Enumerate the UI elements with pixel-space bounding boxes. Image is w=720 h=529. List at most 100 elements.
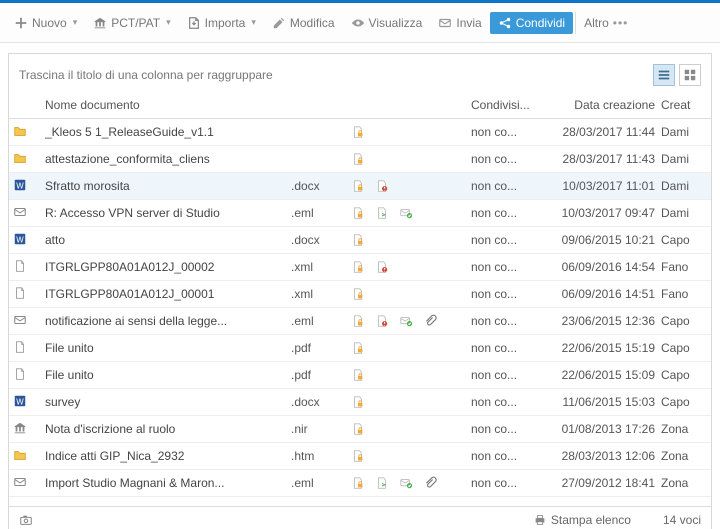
doc-name: Nota d'iscrizione al ruolo [45,422,291,436]
lock-icon [351,233,365,247]
court-icon [93,16,107,30]
doc-flags [351,449,471,463]
lock-icon [351,260,365,274]
condividi-label: Condividi [516,16,565,30]
doc-flags [351,287,471,301]
print-list-label: Stampa elenco [551,513,631,527]
doc-ext: .pdf [291,368,351,382]
importa-label: Importa [205,16,246,30]
doc-ext: .htm [291,449,351,463]
print-list-button[interactable]: Stampa elenco [533,513,631,527]
lock-icon [351,449,365,463]
table-row[interactable]: Indice atti GIP_Nica_2932.htmnon co...28… [9,443,711,470]
col-header-name[interactable]: Nome documento [45,98,291,112]
table-row[interactable]: File unito.pdfnon co...22/06/2015 15:09C… [9,362,711,389]
table-row[interactable]: attestazione_conformita_cliensnon co...2… [9,146,711,173]
doc-name: ITGRLGPP80A01A012J_00002 [45,260,291,274]
group-hint: Trascina il titolo di una colonna per ra… [19,68,273,82]
doc-date: 10/03/2017 09:47 [541,206,661,220]
main-toolbar: Nuovo ▾ PCT/PAT ▾ Importa ▾ Modifica Vis… [0,3,720,43]
doc-ext: .eml [291,476,351,490]
doc-type-icon: W [13,178,27,192]
view-grid-button[interactable] [679,64,701,86]
doc-date: 09/06/2015 10:21 [541,233,661,247]
nuovo-button[interactable]: Nuovo ▾ [6,12,85,34]
invia-button[interactable]: Invia [430,12,489,34]
doc-name: Indice atti GIP_Nica_2932 [45,449,291,463]
toolbar-separator [575,12,576,34]
doc-share: non co... [471,314,541,328]
doc-share: non co... [471,449,541,463]
table-row[interactable]: Nota d'iscrizione al ruolo.nirnon co...0… [9,416,711,443]
attach-icon [423,314,437,328]
doc-type-icon [13,448,27,462]
table-row[interactable]: R: Accesso VPN server di Studio.eml non c… [9,200,711,227]
chevron-down-icon: ▾ [166,17,171,28]
doc-creator: Dami [661,206,701,220]
visualizza-button[interactable]: Visualizza [343,12,431,34]
doc-name: R: Accesso VPN server di Studio [45,206,291,220]
doc-type-icon [13,475,27,489]
doc-name: atto [45,233,291,247]
view-list-button[interactable] [653,64,675,86]
modifica-label: Modifica [290,16,335,30]
table-row[interactable]: ITGRLGPP80A01A012J_00002.xmlnon co...06/… [9,254,711,281]
doc-creator: Capo [661,233,701,247]
col-header-date[interactable]: Data creazione [541,98,661,112]
doc-creator: Capo [661,341,701,355]
document-panel: Trascina il titolo di una colonna per ra… [8,53,712,529]
col-header-creator[interactable]: Creat [661,98,701,112]
table-row[interactable]: notificazione ai sensi della legge....em… [9,308,711,335]
err-icon [375,260,389,274]
doc-creator: Dami [661,125,701,139]
doc-ext: .docx [291,395,351,409]
lock-icon [351,476,365,490]
condividi-button[interactable]: Condividi [490,12,573,34]
invia-label: Invia [456,16,481,30]
table-row[interactable]: ITGRLGPP80A01A012J_00001.xmlnon co...06/… [9,281,711,308]
doc-creator: Zona [661,422,701,436]
col-header-share[interactable]: Condivisi... [471,98,541,112]
doc-flags [351,314,471,328]
doc-date: 10/03/2017 11:01 [541,179,661,193]
lock-icon [351,341,365,355]
doc-share: non co... [471,368,541,382]
pctpat-button[interactable]: PCT/PAT ▾ [85,12,178,34]
doc-flags [351,233,471,247]
lock-icon [351,125,365,139]
view-grid-icon [683,68,697,82]
mail-icon [438,16,452,30]
table-row[interactable]: WSfratto morosita.docxnon co...10/03/201… [9,173,711,200]
importa-button[interactable]: Importa ▾ [179,12,264,34]
doc-ext: .docx [291,233,351,247]
doc-flags [351,260,471,274]
lock-icon [351,395,365,409]
doc-share: non co... [471,206,541,220]
doc-date: 22/06/2015 15:09 [541,368,661,382]
lock-icon [351,422,365,436]
ok-icon [399,476,413,490]
row-count: 14 voci [663,513,701,527]
doc-type-icon [13,286,27,300]
altro-button[interactable]: Altro ••• [578,12,634,34]
doc-ext: .eml [291,206,351,220]
table-row[interactable]: File unito.pdfnon co...22/06/2015 15:19C… [9,335,711,362]
nuovo-label: Nuovo [32,16,67,30]
table-row[interactable]: _Kleos 5 1_ReleaseGuide_v1.1non co...28/… [9,119,711,146]
grid-header: Nome documento Condivisi... Data creazio… [9,92,711,119]
doc-date: 28/03/2017 11:43 [541,152,661,166]
modifica-button[interactable]: Modifica [264,12,343,34]
table-row[interactable]: Watto.docxnon co...09/06/2015 10:21Capo [9,227,711,254]
grid-body: _Kleos 5 1_ReleaseGuide_v1.1non co...28/… [9,119,711,506]
doc-share: non co... [471,179,541,193]
camera-icon[interactable] [19,513,33,527]
more-dots-icon: ••• [613,16,629,30]
table-row[interactable]: Wsurvey.docxnon co...11/06/2015 15:03Cap… [9,389,711,416]
send-icon [375,476,389,490]
doc-creator: Zona [661,449,701,463]
svg-text:W: W [16,181,24,190]
doc-name: Import Studio Magnani & Maron... [45,476,291,490]
table-row[interactable]: Import Studio Magnani & Maron....emlnon … [9,470,711,497]
doc-name: File unito [45,341,291,355]
doc-creator: Fano [661,260,701,274]
